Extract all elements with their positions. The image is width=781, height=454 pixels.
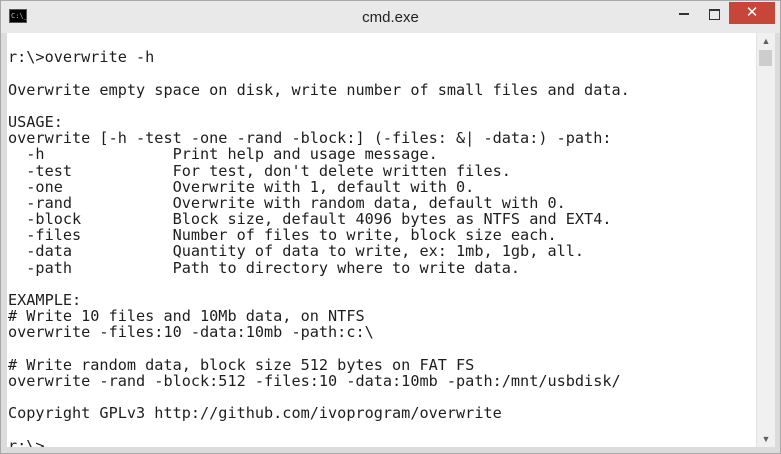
console-line: # Write 10 files and 10Mb data, on NTFS [8,307,365,326]
console-line: # Write random data, block size 512 byte… [8,355,475,374]
console-line: -files Number of files to write, block s… [8,226,557,245]
command-prompt: r:\> [8,436,45,447]
close-button[interactable]: ✕ [729,2,775,24]
minimize-icon [679,13,689,16]
console-line: overwrite -files:10 -data:10mb -path:c:\ [8,323,374,342]
command-prompt-line[interactable]: r:\> [8,438,756,447]
console-text: r:\>overwrite -h Overwrite empty space on… [7,33,756,447]
console-line: -rand Overwrite with random data, defaul… [8,193,566,212]
maximize-icon [708,8,720,20]
console-line: r:\>overwrite -h [8,48,155,67]
title-bar[interactable]: C:\_ cmd.exe ✕ [1,1,780,33]
close-icon: ✕ [745,4,759,21]
console-line: Copyright GPLv3 http://github.com/ivopro… [8,404,502,423]
console-line: overwrite [-h -test -one -rand -block:] … [8,129,612,148]
maximize-button[interactable] [699,2,729,24]
window-title: cmd.exe [362,9,419,26]
vertical-scrollbar[interactable]: ▲ ▼ [756,33,775,447]
console-line: EXAMPLE: [8,291,82,309]
console-line: Overwrite empty space on disk, write num… [8,80,630,99]
minimize-button[interactable] [669,2,699,24]
console-line: USAGE: [8,112,63,131]
scroll-up-icon[interactable]: ▲ [757,33,775,49]
scrollbar-thumb[interactable] [759,50,772,66]
console-line: -one Overwrite with 1, default with 0. [8,177,475,196]
console-line: -data Quantity of data to write, ex: 1mb… [8,242,585,261]
console-window: C:\_ cmd.exe ✕ r:\>overwrite -h Overwrite… [0,0,781,454]
scroll-down-icon[interactable]: ▼ [757,431,775,447]
console-line: -path Path to directory where to write d… [8,258,521,277]
console-output[interactable]: r:\>overwrite -h Overwrite empty space on… [7,33,756,447]
console-line: -test For test, don't delete written fil… [8,161,511,180]
console-line: -block Block size, default 4096 bytes as… [8,210,612,229]
console-line: overwrite -rand -block:512 -files:10 -da… [8,371,621,390]
console-line: -h Print help and usage message. [8,145,438,164]
